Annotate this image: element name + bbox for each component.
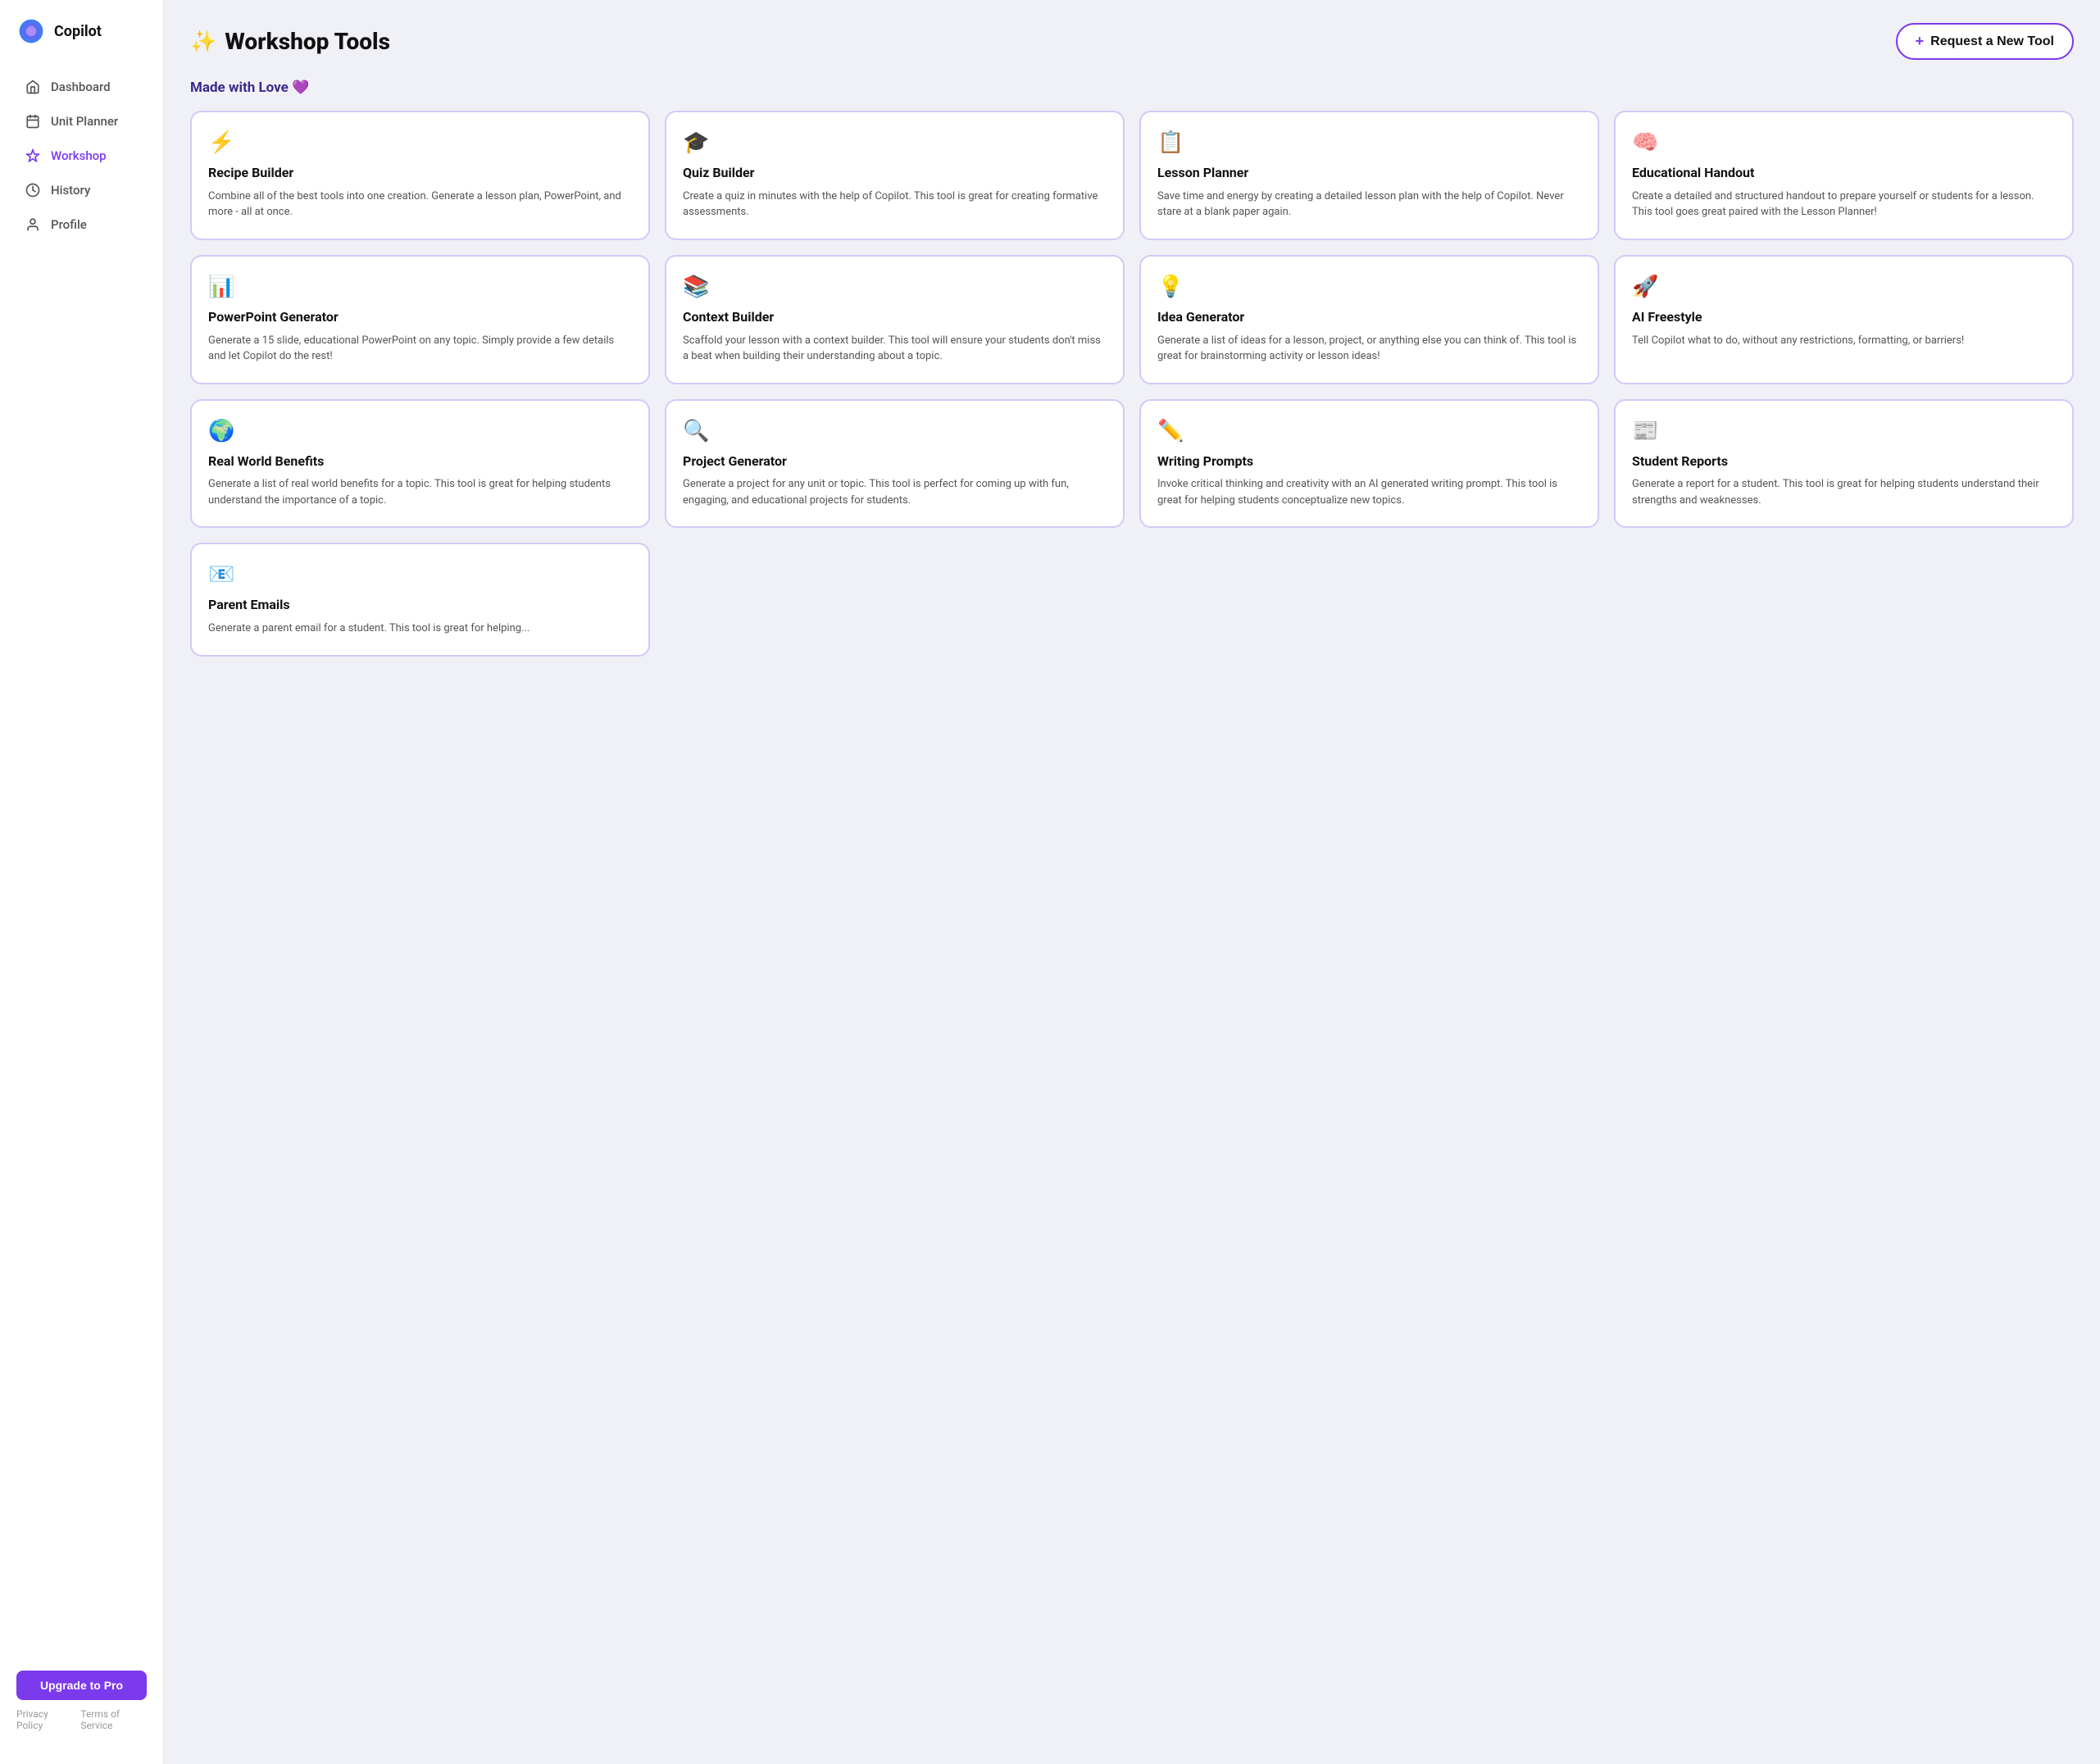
title-icon: ✨ bbox=[190, 30, 216, 54]
sidebar-item-label: Workshop bbox=[51, 148, 107, 163]
tool-name: Educational Handout bbox=[1632, 165, 2056, 182]
sparkles-icon bbox=[25, 148, 41, 164]
tool-card-real-world-benefits[interactable]: 🌍 Real World Benefits Generate a list of… bbox=[190, 399, 650, 529]
tool-icon: 🧠 bbox=[1632, 130, 2056, 155]
tool-card-idea-generator[interactable]: 💡 Idea Generator Generate a list of idea… bbox=[1139, 255, 1599, 384]
tool-desc: Generate a 15 slide, educational PowerPo… bbox=[208, 333, 632, 365]
tool-name: Recipe Builder bbox=[208, 165, 632, 182]
tool-desc: Invoke critical thinking and creativity … bbox=[1157, 476, 1581, 508]
tool-card-lesson-planner[interactable]: 📋 Lesson Planner Save time and energy by… bbox=[1139, 111, 1599, 240]
main-header: ✨ Workshop Tools + Request a New Tool bbox=[190, 23, 2074, 60]
sidebar-item-label: Profile bbox=[51, 217, 87, 232]
user-icon bbox=[25, 216, 41, 233]
tool-name: AI Freestyle bbox=[1632, 309, 2056, 326]
tool-desc: Scaffold your lesson with a context buil… bbox=[683, 333, 1107, 365]
tool-card-parent-emails[interactable]: 📧 Parent Emails Generate a parent email … bbox=[190, 543, 650, 656]
sidebar-item-label: History bbox=[51, 183, 90, 198]
sidebar-item-history[interactable]: History bbox=[8, 174, 155, 207]
tool-desc: Tell Copilot what to do, without any res… bbox=[1632, 333, 2056, 349]
footer-links: Privacy Policy Terms of Service bbox=[16, 1708, 147, 1731]
tool-icon: 🚀 bbox=[1632, 275, 2056, 299]
tool-icon: ⚡ bbox=[208, 130, 632, 155]
request-new-tool-button[interactable]: + Request a New Tool bbox=[1896, 23, 2074, 60]
clock-icon bbox=[25, 182, 41, 198]
tool-icon: 📚 bbox=[683, 275, 1107, 299]
tool-icon: 📰 bbox=[1632, 419, 2056, 443]
sidebar: Copilot Dashboard Unit Planner Workshop … bbox=[0, 0, 164, 1764]
tool-desc: Generate a list of real world benefits f… bbox=[208, 476, 632, 508]
privacy-link[interactable]: Privacy Policy bbox=[16, 1708, 70, 1731]
copilot-logo-icon bbox=[16, 16, 46, 46]
tool-card-ai-freestyle[interactable]: 🚀 AI Freestyle Tell Copilot what to do, … bbox=[1614, 255, 2074, 384]
tool-name: Project Generator bbox=[683, 453, 1107, 471]
tool-name: Idea Generator bbox=[1157, 309, 1581, 326]
tool-name: Student Reports bbox=[1632, 453, 2056, 471]
main-content: ✨ Workshop Tools + Request a New Tool Ma… bbox=[164, 0, 2100, 1764]
tool-icon: ✏️ bbox=[1157, 419, 1581, 443]
sidebar-item-unit-planner[interactable]: Unit Planner bbox=[8, 105, 155, 138]
tool-card-quiz-builder[interactable]: 🎓 Quiz Builder Create a quiz in minutes … bbox=[665, 111, 1125, 240]
tool-desc: Create a quiz in minutes with the help o… bbox=[683, 189, 1107, 220]
sidebar-item-workshop[interactable]: Workshop bbox=[8, 139, 155, 172]
tools-grid: ⚡ Recipe Builder Combine all of the best… bbox=[190, 111, 2074, 657]
tool-desc: Generate a project for any unit or topic… bbox=[683, 476, 1107, 508]
tool-card-writing-prompts[interactable]: ✏️ Writing Prompts Invoke critical think… bbox=[1139, 399, 1599, 529]
tool-card-project-generator[interactable]: 🔍 Project Generator Generate a project f… bbox=[665, 399, 1125, 529]
tool-card-student-reports[interactable]: 📰 Student Reports Generate a report for … bbox=[1614, 399, 2074, 529]
tool-desc: Generate a report for a student. This to… bbox=[1632, 476, 2056, 508]
tool-icon: 🎓 bbox=[683, 130, 1107, 155]
tool-desc: Generate a list of ideas for a lesson, p… bbox=[1157, 333, 1581, 365]
tool-desc: Combine all of the best tools into one c… bbox=[208, 189, 632, 220]
tool-name: Quiz Builder bbox=[683, 165, 1107, 182]
page-title: ✨ Workshop Tools bbox=[190, 28, 390, 55]
tool-icon: 📋 bbox=[1157, 130, 1581, 155]
calendar-icon bbox=[25, 113, 41, 130]
tool-icon: 💡 bbox=[1157, 275, 1581, 299]
tool-card-educational-handout[interactable]: 🧠 Educational Handout Create a detailed … bbox=[1614, 111, 2074, 240]
tool-desc: Generate a parent email for a student. T… bbox=[208, 621, 632, 637]
sidebar-item-label: Unit Planner bbox=[51, 114, 118, 129]
tool-desc: Save time and energy by creating a detai… bbox=[1157, 189, 1581, 220]
tool-icon: 🌍 bbox=[208, 419, 632, 443]
tool-icon: 🔍 bbox=[683, 419, 1107, 443]
tool-card-context-builder[interactable]: 📚 Context Builder Scaffold your lesson w… bbox=[665, 255, 1125, 384]
sidebar-footer: Upgrade to Pro Privacy Policy Terms of S… bbox=[0, 1654, 163, 1748]
sidebar-item-dashboard[interactable]: Dashboard bbox=[8, 70, 155, 103]
tool-name: Parent Emails bbox=[208, 597, 632, 614]
tool-name: Lesson Planner bbox=[1157, 165, 1581, 182]
tool-name: Writing Prompts bbox=[1157, 453, 1581, 471]
tool-name: Context Builder bbox=[683, 309, 1107, 326]
upgrade-button[interactable]: Upgrade to Pro bbox=[16, 1671, 147, 1700]
logo: Copilot bbox=[0, 16, 163, 69]
tool-card-recipe-builder[interactable]: ⚡ Recipe Builder Combine all of the best… bbox=[190, 111, 650, 240]
sidebar-item-label: Dashboard bbox=[51, 80, 111, 94]
tool-name: PowerPoint Generator bbox=[208, 309, 632, 326]
sidebar-item-profile[interactable]: Profile bbox=[8, 208, 155, 241]
tool-desc: Create a detailed and structured handout… bbox=[1632, 189, 2056, 220]
plus-icon: + bbox=[1916, 33, 1925, 50]
terms-link[interactable]: Terms of Service bbox=[80, 1708, 147, 1731]
tool-name: Real World Benefits bbox=[208, 453, 632, 471]
section-label: Made with Love 💜 bbox=[190, 80, 2074, 96]
logo-text: Copilot bbox=[54, 23, 102, 40]
tool-icon: 📧 bbox=[208, 562, 632, 587]
home-icon bbox=[25, 79, 41, 95]
tool-card-powerpoint-generator[interactable]: 📊 PowerPoint Generator Generate a 15 sli… bbox=[190, 255, 650, 384]
tool-icon: 📊 bbox=[208, 275, 632, 299]
